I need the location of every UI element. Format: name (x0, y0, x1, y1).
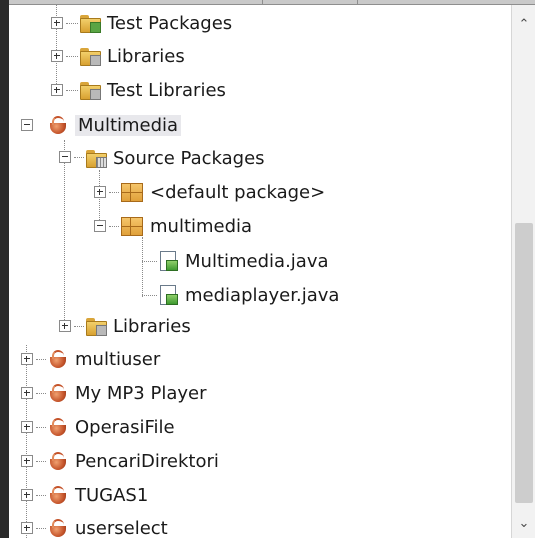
tab-divider (262, 0, 263, 4)
tree-node-source-packages[interactable]: Source Packages (85, 144, 265, 172)
tree-guide-line (142, 237, 143, 297)
expand-toggle[interactable] (51, 84, 63, 96)
tree-node-label: <default package> (150, 181, 326, 203)
chevron-down-icon: ⌄ (518, 515, 530, 531)
java-project-icon (47, 450, 69, 472)
tab-divider (357, 0, 358, 4)
tree-guide-line (26, 345, 27, 538)
project-tree: Test Packages Libraries Test Libraries M… (9, 5, 510, 539)
tree-node-label: TUGAS1 (75, 484, 149, 506)
test-libraries-folder-icon (79, 79, 101, 101)
tree-node-label: Test Packages (107, 12, 233, 34)
expand-toggle[interactable] (51, 17, 63, 29)
expand-toggle[interactable] (21, 489, 33, 501)
expand-toggle[interactable] (21, 421, 33, 433)
java-file-icon (157, 250, 179, 272)
tree-node-multimedia-java[interactable]: Multimedia.java (157, 247, 329, 275)
vertical-scrollbar[interactable]: ⌃ ⌄ (511, 5, 535, 538)
tree-guide-line (109, 192, 119, 193)
java-project-icon (47, 416, 69, 438)
java-project-icon (47, 114, 69, 136)
tree-node-label: My MP3 Player (75, 382, 207, 404)
tree-guide-line (36, 427, 46, 428)
tree-guide-line (74, 157, 84, 158)
test-packages-folder-icon (79, 12, 101, 34)
tree-node-my-mp3-player-project[interactable]: My MP3 Player (47, 379, 206, 407)
tree-node-libraries[interactable]: Libraries (79, 42, 185, 70)
expand-toggle[interactable] (51, 50, 63, 62)
java-project-icon (47, 382, 69, 404)
tree-node-label: Test Libraries (107, 79, 226, 101)
tree-guide-line (36, 495, 46, 496)
expand-toggle[interactable] (21, 455, 33, 467)
tree-guide-line (142, 261, 157, 262)
tree-node-label: Source Packages (113, 147, 265, 169)
package-icon (121, 216, 143, 236)
expand-toggle[interactable] (21, 387, 33, 399)
collapse-toggle[interactable] (94, 220, 106, 232)
scrollbar-thumb[interactable] (515, 223, 533, 503)
tree-node-multiuser-project[interactable]: multiuser (47, 345, 160, 373)
tree-node-label: OperasiFile (75, 416, 175, 438)
tree-guide-line (142, 295, 157, 296)
tree-node-label: Libraries (107, 45, 185, 67)
package-icon (121, 182, 143, 202)
java-file-icon (157, 284, 179, 306)
chevron-up-icon: ⌃ (518, 16, 530, 32)
tree-guide-line (36, 359, 46, 360)
tree-node-multimedia-package[interactable]: multimedia (120, 212, 252, 240)
source-packages-folder-icon (85, 147, 107, 169)
tree-node-label: PencariDirektori (75, 450, 219, 472)
tree-node-label: userselect (75, 517, 168, 539)
expand-toggle[interactable] (94, 186, 106, 198)
tree-node-default-package[interactable]: <default package> (120, 178, 325, 206)
expand-toggle[interactable] (21, 522, 33, 534)
expand-toggle[interactable] (21, 353, 33, 365)
scroll-up-button[interactable]: ⌃ (512, 11, 535, 37)
tree-node-libraries[interactable]: Libraries (85, 312, 191, 340)
libraries-folder-icon (85, 315, 107, 337)
libraries-folder-icon (79, 45, 101, 67)
tree-node-mediaplayer-java[interactable]: mediaplayer.java (157, 281, 339, 309)
java-project-icon (47, 517, 69, 539)
tree-guide-line (109, 226, 119, 227)
scroll-down-button[interactable]: ⌄ (512, 510, 535, 536)
tree-node-test-packages[interactable]: Test Packages (79, 9, 232, 37)
window-left-edge (0, 0, 9, 538)
tree-guide-line (66, 90, 78, 91)
tree-node-label: Libraries (113, 315, 191, 337)
collapse-toggle[interactable] (59, 151, 71, 163)
collapse-toggle[interactable] (21, 119, 33, 131)
java-project-icon (47, 348, 69, 370)
tree-guide-line (36, 528, 46, 529)
java-project-icon (47, 484, 69, 506)
expand-toggle[interactable] (59, 320, 71, 332)
tree-node-label: multimedia (150, 215, 253, 237)
tree-node-multimedia-project[interactable]: Multimedia (47, 111, 182, 139)
tree-guide-line (74, 326, 84, 327)
tree-node-operasifile-project[interactable]: OperasiFile (47, 413, 175, 441)
tree-guide-line (66, 23, 78, 24)
tree-guide-line (36, 393, 46, 394)
tree-node-pencaridirektori-project[interactable]: PencariDirektori (47, 447, 219, 475)
tree-node-label: mediaplayer.java (185, 284, 340, 306)
tree-node-tugas1-project[interactable]: TUGAS1 (47, 481, 148, 509)
tree-guide-line (36, 461, 46, 462)
tree-node-test-libraries[interactable]: Test Libraries (79, 76, 226, 104)
tree-node-label: Multimedia.java (185, 250, 329, 272)
tree-guide-line (66, 56, 78, 57)
tree-node-label: multiuser (75, 348, 161, 370)
tree-guide-line (64, 140, 65, 330)
tree-node-label: Multimedia (75, 114, 182, 136)
